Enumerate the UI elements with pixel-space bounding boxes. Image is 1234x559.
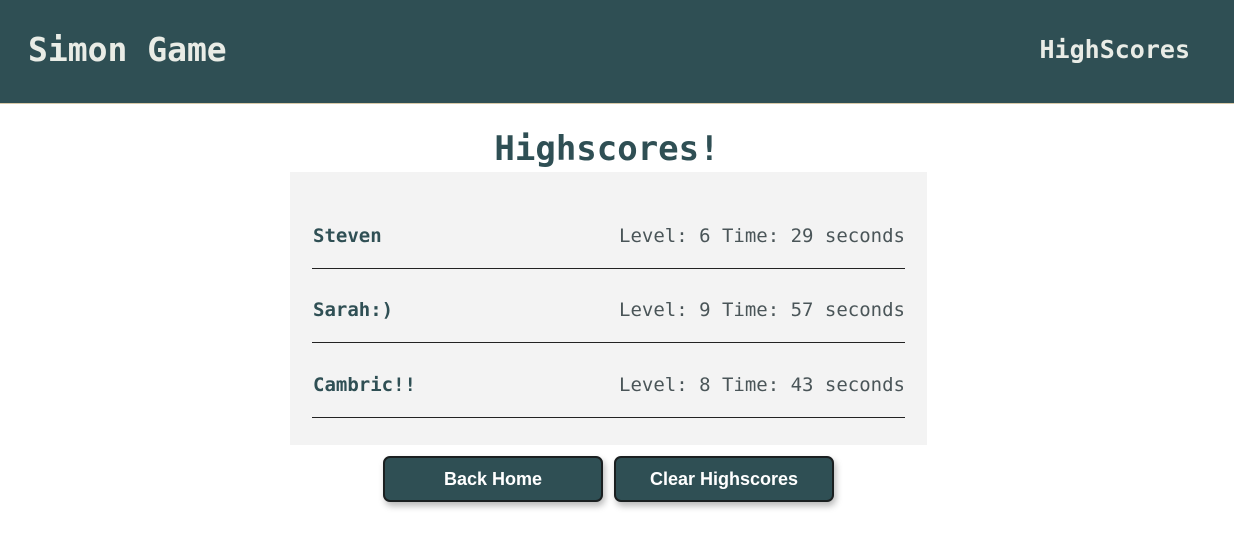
brand-title[interactable]: Simon Game <box>28 31 227 69</box>
score-level-time: Level: 6 Time: 29 seconds <box>619 225 905 247</box>
score-row: Steven Level: 6 Time: 29 seconds <box>312 194 905 269</box>
top-navbar: Simon Game HighScores <box>0 0 1234 104</box>
nav-highscores-link[interactable]: HighScores <box>1039 35 1190 65</box>
back-home-button[interactable]: Back Home <box>383 456 603 502</box>
score-player-name: Sarah:) <box>313 299 394 321</box>
clear-highscores-button[interactable]: Clear Highscores <box>614 456 834 502</box>
score-player-name: Steven <box>313 225 382 247</box>
score-player-name: Cambric!! <box>313 374 416 396</box>
score-row: Cambric!! Level: 8 Time: 43 seconds <box>312 343 905 418</box>
score-row: Sarah:) Level: 9 Time: 57 seconds <box>312 268 905 343</box>
score-level-time: Level: 8 Time: 43 seconds <box>619 374 905 396</box>
page-title: Highscores! <box>494 129 720 169</box>
highscores-panel: Steven Level: 6 Time: 29 seconds Sarah:)… <box>290 172 927 445</box>
score-level-time: Level: 9 Time: 57 seconds <box>619 299 905 321</box>
